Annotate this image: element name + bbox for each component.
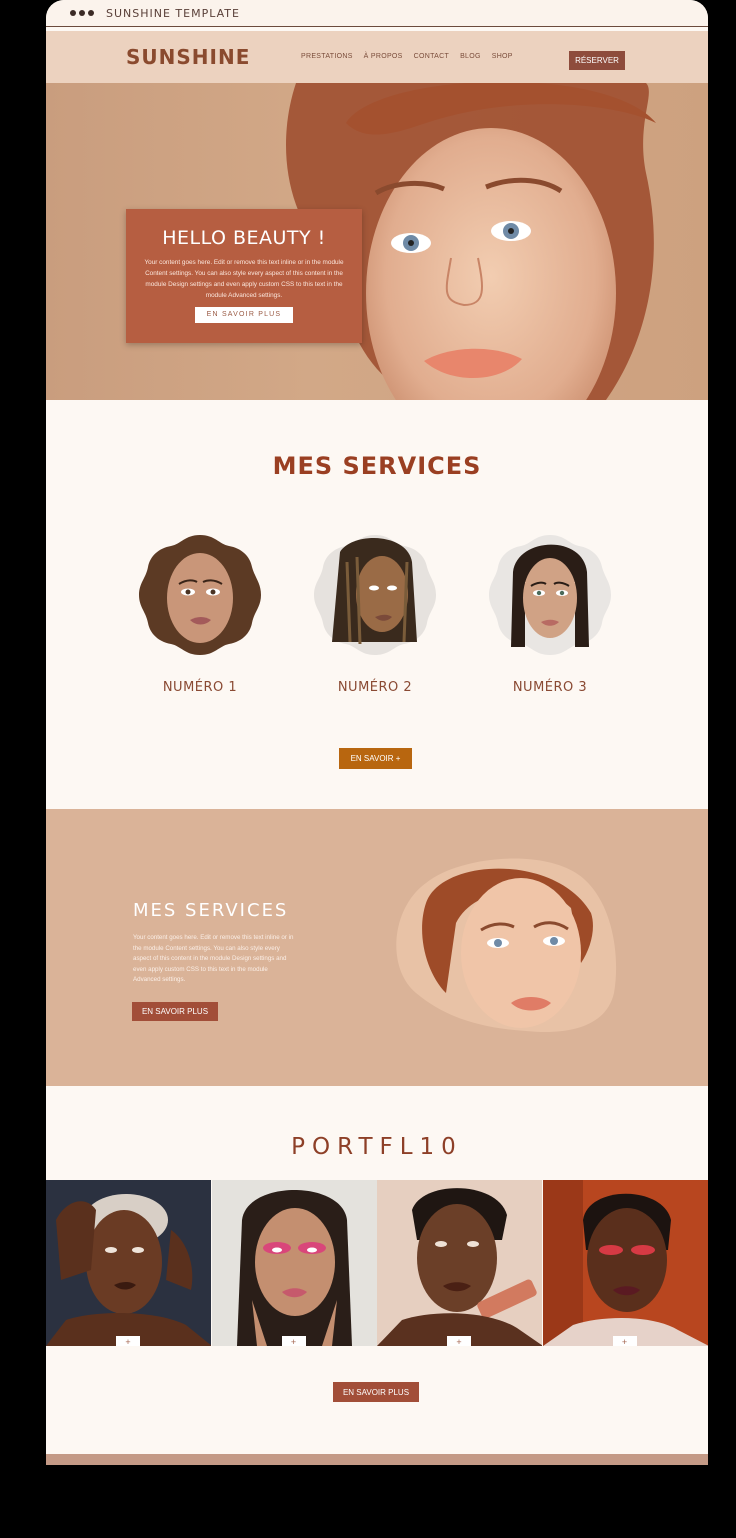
portfolio-grid: + + + + — [46, 1180, 708, 1346]
browser-tab-bar: SUNSHINE TEMPLATE — [46, 0, 708, 27]
service-label: NUMÉRO 3 — [512, 680, 588, 695]
hero-card: HELLO BEAUTY ! Your content goes here. E… — [126, 209, 362, 343]
hero-title: HELLO BEAUTY ! — [162, 227, 326, 249]
window-dot-icon[interactable] — [70, 10, 76, 16]
about-body-text: Your content goes here. Edit or remove t… — [133, 934, 294, 983]
service-card[interactable]: NUMÉRO 3 — [487, 532, 613, 695]
site-logo[interactable]: SUNSHINE — [126, 45, 250, 69]
hero-body-text: Your content goes here. Edit or remove t… — [144, 259, 344, 299]
window-title: SUNSHINE TEMPLATE — [106, 6, 240, 20]
hero-learn-more-button[interactable]: EN SAVOIR PLUS — [195, 307, 293, 323]
portfolio-expand-button[interactable]: + — [447, 1336, 471, 1346]
portfolio-expand-button[interactable]: + — [612, 1336, 637, 1346]
nav-item-prestations[interactable]: PRESTATIONS — [301, 53, 353, 60]
service-card[interactable]: NUMÉRO 1 — [137, 532, 263, 695]
window-dot-icon[interactable] — [88, 10, 94, 16]
portfolio-image-4 — [542, 1180, 708, 1346]
service-3-image — [489, 535, 611, 655]
about-learn-more-button[interactable]: EN SAVOIR PLUS — [132, 1002, 218, 1021]
portfolio-image-2 — [211, 1180, 377, 1346]
portfolio-image-1 — [46, 1180, 211, 1346]
portfolio-learn-more-button[interactable]: EN SAVOIR PLUS — [333, 1382, 419, 1402]
browser-frame: SUNSHINE TEMPLATE SUNSHINE PRESTATIONS À… — [46, 0, 708, 1465]
main-menu: PRESTATIONS À PROPOS CONTACT BLOG SHOP — [301, 53, 513, 60]
service-2-image — [314, 535, 436, 655]
nav-item-shop[interactable]: SHOP — [492, 53, 513, 60]
window-dot-icon[interactable] — [79, 10, 85, 16]
portfolio-item[interactable]: + — [377, 1180, 542, 1346]
reserve-button[interactable]: RÉSERVER — [569, 51, 625, 70]
services-learn-more-button[interactable]: EN SAVOIR + — [339, 748, 412, 769]
footer-strip — [46, 1454, 708, 1465]
hero-section: HELLO BEAUTY ! Your content goes here. E… — [46, 83, 708, 400]
nav-item-contact[interactable]: CONTACT — [414, 53, 449, 60]
portfolio-item[interactable]: + — [46, 1180, 211, 1346]
services-title: MES SERVICES — [272, 452, 482, 480]
portfolio-expand-button[interactable]: + — [281, 1336, 306, 1346]
service-1-image — [139, 535, 261, 655]
portfolio-title: PORTFL10 — [291, 1134, 463, 1160]
service-card[interactable]: NUMÉRO 2 — [312, 532, 438, 695]
nav-item-blog[interactable]: BLOG — [460, 53, 481, 60]
portfolio-item[interactable]: + — [211, 1180, 377, 1346]
portfolio-expand-button[interactable]: + — [116, 1336, 140, 1346]
about-title: MES SERVICES — [133, 900, 289, 921]
service-label: NUMÉRO 1 — [162, 680, 238, 695]
nav-item-a-propos[interactable]: À PROPOS — [364, 53, 403, 60]
portfolio-item[interactable]: + — [542, 1180, 708, 1346]
service-label: NUMÉRO 2 — [337, 680, 413, 695]
about-section: MES SERVICES Your content goes here. Edi… — [46, 809, 708, 1086]
site-header: SUNSHINE PRESTATIONS À PROPOS CONTACT BL… — [46, 31, 708, 83]
portfolio-image-3 — [377, 1180, 542, 1346]
about-portrait-image — [396, 858, 617, 1033]
window-controls[interactable] — [70, 10, 94, 16]
